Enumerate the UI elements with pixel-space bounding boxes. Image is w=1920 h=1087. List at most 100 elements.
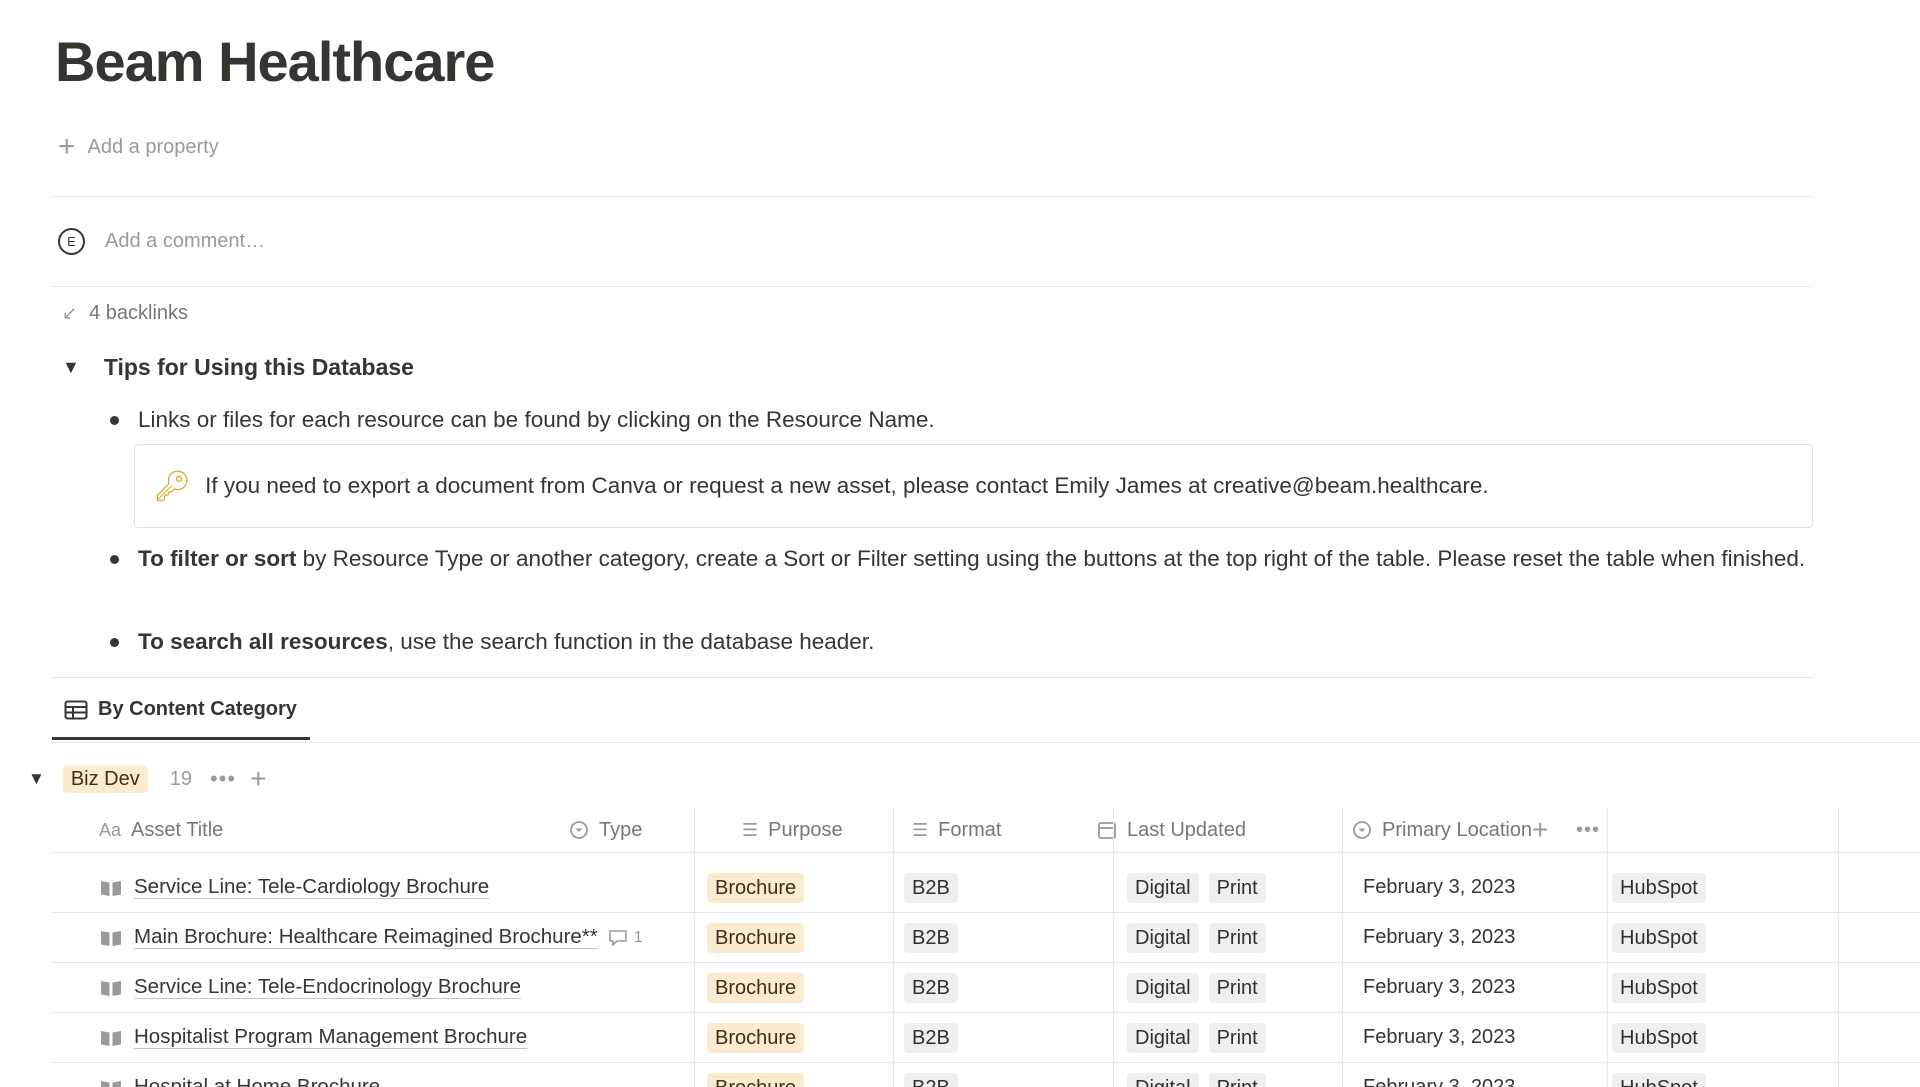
add-property-label: Add a property (87, 135, 219, 158)
tips-toggle[interactable]: ▼ Tips for Using this Database (62, 354, 414, 381)
divider (52, 742, 1920, 743)
format-tag: Print (1208, 1072, 1266, 1087)
backlinks-button[interactable]: ↙ 4 backlinks (62, 302, 188, 325)
location-tag: HubSpot (1612, 1072, 1706, 1087)
cell-primary-location[interactable]: HubSpot (1612, 963, 1716, 1012)
asset-title-link[interactable]: Main Brochure: Healthcare Reimagined Bro… (134, 926, 598, 949)
cell-last-updated[interactable]: February 3, 2023 (1363, 1013, 1515, 1062)
cell-primary-location[interactable]: HubSpot (1612, 1013, 1716, 1062)
column-header-purpose[interactable]: ☰ Purpose (742, 808, 843, 852)
cell-type[interactable]: Brochure (707, 913, 814, 962)
cell-purpose[interactable]: B2B (904, 1013, 968, 1062)
table-row[interactable]: Hospital at Home Brochure Brochure B2B D… (52, 1063, 1920, 1087)
avatar: E (58, 227, 85, 255)
asset-title-link[interactable]: Service Line: Tele-Endocrinology Brochur… (134, 976, 522, 999)
cell-type[interactable]: Brochure (707, 1063, 814, 1087)
callout-text: If you need to export a document from Ca… (205, 473, 1489, 498)
cell-last-updated[interactable]: February 3, 2023 (1363, 863, 1515, 912)
comment-input[interactable]: Add a comment… (105, 230, 265, 253)
cell-type[interactable]: Brochure (707, 863, 814, 912)
cell-primary-location[interactable]: HubSpot (1612, 913, 1716, 962)
format-tag: Print (1208, 872, 1266, 903)
type-tag: Brochure (707, 972, 805, 1003)
triangle-down-icon[interactable]: ▼ (62, 357, 80, 378)
cell-asset-title[interactable]: Service Line: Tele-Endocrinology Brochur… (100, 963, 522, 1012)
cell-primary-location[interactable]: HubSpot (1612, 1063, 1716, 1087)
format-tag: Digital (1127, 872, 1199, 903)
tab-underline (52, 737, 310, 740)
page: Beam Healthcare + Add a property E Add a… (0, 0, 1920, 1087)
column-header-title[interactable]: Aa Asset Title (99, 808, 223, 852)
tab-by-content-category[interactable]: By Content Category (64, 698, 297, 721)
bullet-dot (110, 555, 119, 564)
backlinks-label: 4 backlinks (89, 302, 189, 324)
book-icon (101, 980, 121, 996)
cell-purpose[interactable]: B2B (904, 863, 968, 912)
column-header-primary-location[interactable]: Primary Location (1352, 808, 1532, 852)
last-updated-date: February 3, 2023 (1363, 1026, 1516, 1048)
comment-row[interactable]: E Add a comment… (58, 225, 265, 257)
page-title[interactable]: Beam Healthcare (55, 22, 495, 102)
comment-count[interactable]: 1 (608, 929, 643, 947)
more-icon[interactable]: ••• (1576, 808, 1600, 852)
group-tag[interactable]: Biz Dev (62, 765, 148, 793)
cell-format[interactable]: Digital Print (1127, 1063, 1276, 1087)
cell-purpose[interactable]: B2B (904, 1063, 968, 1087)
cell-asset-title[interactable]: Main Brochure: Healthcare Reimagined Bro… (100, 913, 643, 962)
cell-last-updated[interactable]: February 3, 2023 (1363, 913, 1515, 962)
group-header: ▼ Biz Dev 19 ••• + (28, 763, 266, 795)
cell-type[interactable]: Brochure (707, 963, 814, 1012)
cell-type[interactable]: Brochure (707, 1013, 814, 1062)
purpose-tag: B2B (904, 872, 958, 903)
column-header-last-updated[interactable]: Last Updated (1097, 808, 1246, 852)
last-updated-date: February 3, 2023 (1363, 1076, 1516, 1087)
cell-last-updated[interactable]: February 3, 2023 (1363, 963, 1515, 1012)
more-icon[interactable]: ••• (210, 766, 236, 792)
column-header-type[interactable]: Type (569, 808, 642, 852)
tip-bullet-2-bold: To filter or sort (138, 546, 297, 571)
list-icon: ☰ (912, 819, 929, 840)
column-label: Type (599, 818, 643, 841)
table-row[interactable]: Service Line: Tele-Cardiology Brochure B… (52, 863, 1920, 913)
select-property-icon (1353, 821, 1371, 839)
last-updated-date: February 3, 2023 (1363, 876, 1516, 898)
table-row[interactable]: Service Line: Tele-Endocrinology Brochur… (52, 963, 1920, 1013)
add-column-plus-icon[interactable]: + (1532, 808, 1548, 852)
cell-purpose[interactable]: B2B (904, 963, 968, 1012)
table-row[interactable]: Hospitalist Program Management Brochure … (52, 1013, 1920, 1063)
column-header-format[interactable]: ☰ Format (912, 808, 1001, 852)
divider (52, 286, 1813, 287)
cell-primary-location[interactable]: HubSpot (1612, 863, 1716, 912)
location-tag: HubSpot (1612, 1022, 1706, 1053)
asset-title-link[interactable]: Hospitalist Program Management Brochure (134, 1026, 528, 1049)
asset-title-link[interactable]: Hospital at Home Brochure (134, 1076, 380, 1087)
cell-asset-title[interactable]: Hospitalist Program Management Brochure (100, 1013, 528, 1062)
cell-last-updated[interactable]: February 3, 2023 (1363, 1063, 1515, 1087)
cell-purpose[interactable]: B2B (904, 913, 968, 962)
book-icon (101, 930, 121, 946)
cell-asset-title[interactable]: Service Line: Tele-Cardiology Brochure (100, 863, 490, 912)
format-tag: Print (1208, 972, 1266, 1003)
cell-format[interactable]: Digital Print (1127, 863, 1276, 912)
triangle-down-icon[interactable]: ▼ (28, 769, 45, 789)
tip-bullet-3-rest: , use the search function in the databas… (387, 629, 875, 654)
comment-icon (608, 929, 627, 947)
column-label: Format (938, 818, 1002, 841)
divider (52, 677, 1813, 678)
table-row[interactable]: Main Brochure: Healthcare Reimagined Bro… (52, 913, 1920, 963)
add-property-button[interactable]: + Add a property (58, 132, 219, 162)
format-tag: Digital (1127, 1072, 1199, 1087)
plus-icon[interactable]: + (250, 763, 266, 795)
location-tag: HubSpot (1612, 922, 1706, 953)
book-icon (101, 1080, 121, 1087)
cell-format[interactable]: Digital Print (1127, 963, 1276, 1012)
cell-format[interactable]: Digital Print (1127, 913, 1276, 962)
select-property-icon (570, 821, 588, 839)
key-icon: 🔑︎ (153, 469, 192, 503)
asset-title-link[interactable]: Service Line: Tele-Cardiology Brochure (134, 876, 490, 899)
cell-asset-title[interactable]: Hospital at Home Brochure (100, 1063, 380, 1087)
purpose-tag: B2B (904, 1022, 958, 1053)
cell-format[interactable]: Digital Print (1127, 1013, 1276, 1062)
arrow-down-left-icon: ↙ (62, 303, 78, 323)
tip-bullet-1: Links or files for each resource can be … (138, 407, 935, 432)
